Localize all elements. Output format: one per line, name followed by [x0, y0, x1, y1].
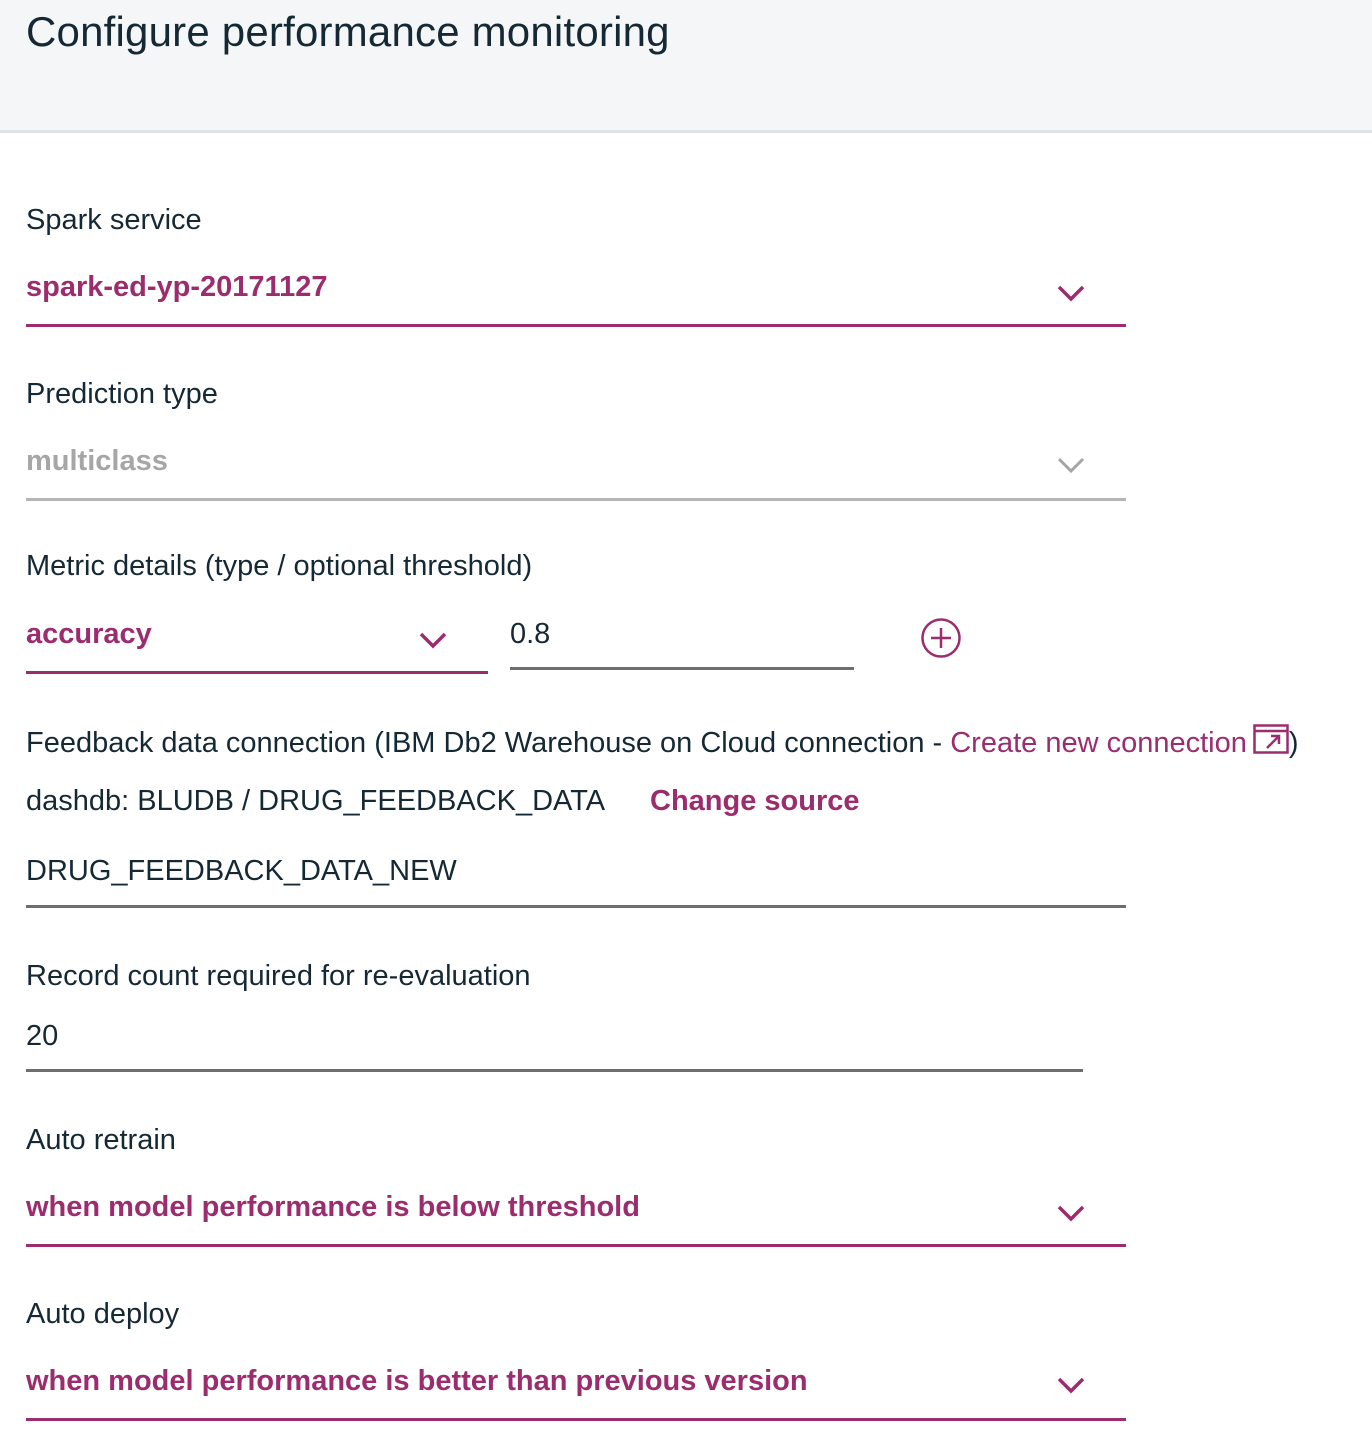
spark-service-label: Spark service	[26, 204, 202, 236]
record-count-underline	[26, 1069, 1083, 1072]
spark-service-select[interactable]: spark-ed-yp-20171127	[26, 263, 1126, 327]
feedback-table-underline	[26, 905, 1126, 908]
chevron-down-icon[interactable]	[1056, 1203, 1086, 1223]
page-title: Configure performance monitoring	[26, 8, 670, 55]
change-source-link[interactable]: Change source	[650, 785, 860, 818]
auto-deploy-select[interactable]: when model performance is better than pr…	[26, 1357, 1126, 1421]
feedback-label-prefix: Feedback data connection (IBM Db2 Wareho…	[26, 727, 951, 759]
feedback-connection-label: Feedback data connection (IBM Db2 Wareho…	[26, 724, 1299, 760]
chevron-down-icon[interactable]	[1056, 1375, 1086, 1395]
record-count-label: Record count required for re-evaluation	[26, 960, 531, 992]
auto-deploy-value: when model performance is better than pr…	[26, 1365, 808, 1397]
chevron-down-icon	[1056, 455, 1086, 475]
auto-retrain-select[interactable]: when model performance is below threshol…	[26, 1183, 1126, 1247]
prediction-type-value: multiclass	[26, 445, 168, 477]
metric-type-select[interactable]: accuracy	[26, 610, 488, 674]
auto-deploy-label: Auto deploy	[26, 1298, 180, 1330]
metric-threshold-input[interactable]: 0.8	[510, 618, 550, 651]
plus-circle-icon	[921, 618, 961, 658]
add-metric-button[interactable]	[920, 617, 962, 659]
page-header: Configure performance monitoring	[0, 0, 1372, 133]
metric-threshold-underline	[510, 667, 854, 670]
spark-service-value: spark-ed-yp-20171127	[26, 271, 328, 303]
prediction-type-label: Prediction type	[26, 378, 218, 410]
feedback-label-suffix: )	[1288, 727, 1299, 759]
create-new-connection-link[interactable]: Create new connection	[950, 727, 1247, 759]
chevron-down-icon[interactable]	[1056, 283, 1086, 303]
record-count-input[interactable]: 20	[26, 1020, 58, 1053]
metric-details-label: Metric details (type / optional threshol…	[26, 550, 533, 582]
metric-type-value: accuracy	[26, 618, 152, 650]
external-link-icon[interactable]	[1253, 724, 1289, 754]
feedback-table-input[interactable]: DRUG_FEEDBACK_DATA_NEW	[26, 855, 457, 888]
auto-retrain-value: when model performance is below threshol…	[26, 1191, 640, 1223]
feedback-source-text: dashdb: BLUDB / DRUG_FEEDBACK_DATA	[26, 785, 606, 817]
auto-retrain-label: Auto retrain	[26, 1124, 176, 1156]
chevron-down-icon[interactable]	[418, 630, 448, 650]
prediction-type-select: multiclass	[26, 437, 1126, 501]
